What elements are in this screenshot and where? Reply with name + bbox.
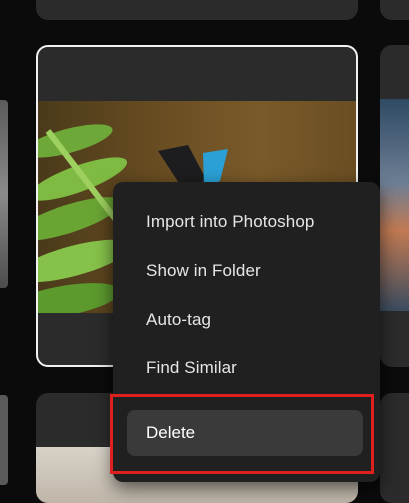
- thumbnail-card-top[interactable]: [36, 0, 358, 20]
- highlight-annotation-box: [110, 394, 374, 474]
- left-edge-thumbnail[interactable]: [0, 100, 8, 288]
- left-edge-thumbnail-2[interactable]: [0, 395, 8, 485]
- thumbnail-card-right[interactable]: [380, 45, 409, 367]
- sunset-photo: [380, 99, 409, 311]
- thumbnail-card-top-right[interactable]: [380, 0, 409, 20]
- menu-item-show-in-folder[interactable]: Show in Folder: [146, 261, 261, 281]
- menu-item-auto-tag[interactable]: Auto-tag: [146, 310, 211, 330]
- thumbnail-card-bottom-right[interactable]: [380, 393, 409, 503]
- menu-item-import-into-photoshop[interactable]: Import into Photoshop: [146, 212, 314, 232]
- menu-item-find-similar[interactable]: Find Similar: [146, 358, 237, 378]
